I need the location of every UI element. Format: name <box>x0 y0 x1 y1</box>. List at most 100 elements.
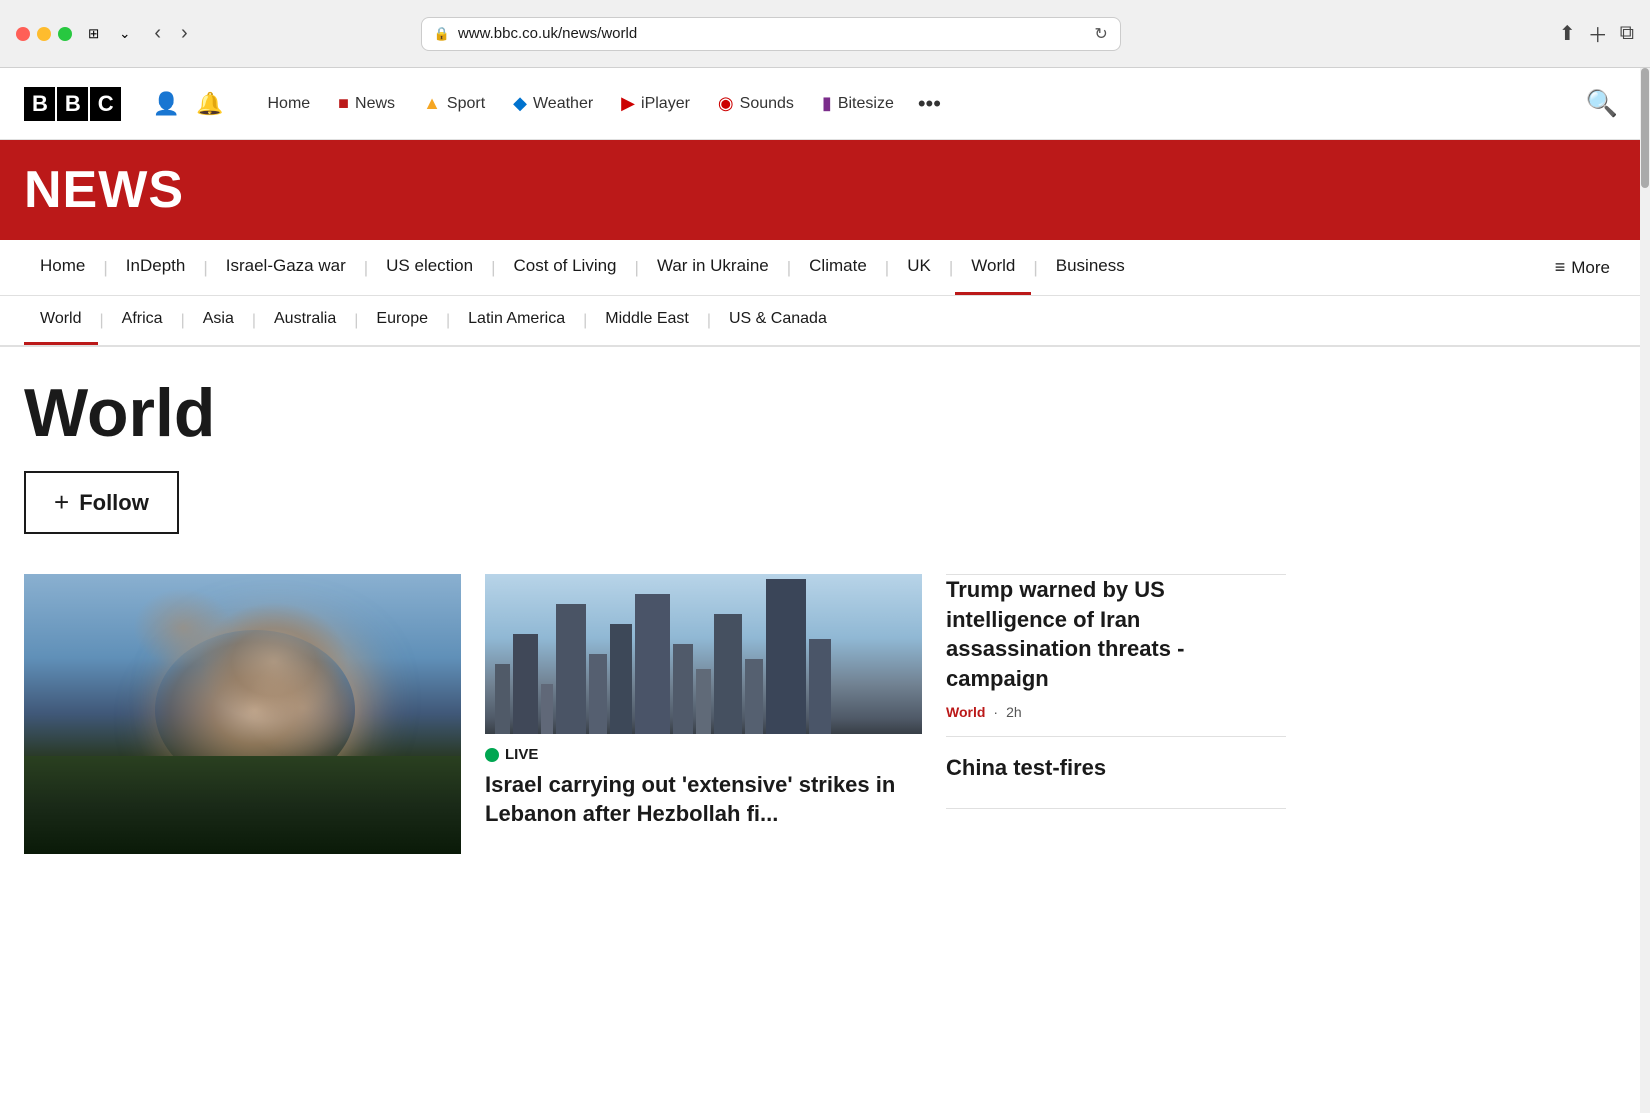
bitesize-icon: ▮ <box>822 93 832 114</box>
forward-button[interactable]: › <box>173 18 196 49</box>
sounds-icon: ◉ <box>718 93 734 114</box>
sub-nav-business[interactable]: Business <box>1040 240 1141 295</box>
more-lines-icon: ≡ <box>1555 257 1566 278</box>
live-badge: LIVE <box>485 746 538 763</box>
world-nav-africa[interactable]: Africa <box>106 296 179 345</box>
article-dot-1: · <box>993 704 998 720</box>
sub-nav-indepth[interactable]: InDepth <box>110 240 202 295</box>
article-meta-1: World · 2h <box>946 704 1286 720</box>
nav-item-sounds[interactable]: ◉ Sounds <box>706 85 806 122</box>
buildings-layer <box>485 638 922 734</box>
sub-nav-us-election[interactable]: US election <box>370 240 489 295</box>
more-menu-button[interactable]: ••• <box>910 83 949 125</box>
world-sub-nav: World | Africa | Asia | Australia | Euro… <box>0 296 1650 347</box>
right-article-2[interactable]: China test-fires <box>946 737 1286 810</box>
live-text: LIVE <box>505 746 538 763</box>
reload-button[interactable]: ↻ <box>1094 24 1107 44</box>
page-title: World <box>24 379 1286 447</box>
nav-item-bitesize[interactable]: ▮ Bitesize <box>810 85 906 122</box>
world-nav-sep-5: | <box>444 312 452 330</box>
sub-nav-sep-8: | <box>947 258 955 278</box>
iplayer-label: iPlayer <box>641 95 690 113</box>
new-tab-button[interactable]: ＋ <box>1588 19 1608 48</box>
world-nav-sep-2: | <box>179 312 187 330</box>
sub-nav-israel-gaza[interactable]: Israel-Gaza war <box>210 240 362 295</box>
sub-nav-cost-of-living[interactable]: Cost of Living <box>498 240 633 295</box>
world-nav-sep-3: | <box>250 312 258 330</box>
url-text: www.bbc.co.uk/news/world <box>458 25 1086 42</box>
world-nav-us-canada[interactable]: US & Canada <box>713 296 843 345</box>
sub-nav-sep-4: | <box>489 258 497 278</box>
right-article-1[interactable]: Trump warned by US intelligence of Iran … <box>946 574 1286 737</box>
home-label: Home <box>267 95 310 113</box>
sub-nav: Home | InDepth | Israel-Gaza war | US el… <box>0 240 1650 296</box>
right-articles: Trump warned by US intelligence of Iran … <box>946 574 1286 809</box>
smoke-layer-3 <box>243 658 363 758</box>
world-nav-world[interactable]: World <box>24 296 98 345</box>
world-nav-asia[interactable]: Asia <box>187 296 250 345</box>
sub-nav-home[interactable]: Home <box>24 240 101 295</box>
scrollbar[interactable] <box>1640 68 1650 1113</box>
news-icon: ■ <box>338 93 349 114</box>
sub-nav-more-button[interactable]: ≡ More <box>1539 241 1626 294</box>
share-button[interactable]: ⬆ <box>1559 21 1576 46</box>
sub-nav-uk[interactable]: UK <box>891 240 947 295</box>
bbc-logo[interactable]: B B C <box>24 87 121 121</box>
browser-actions: ⬆ ＋ ⧉ <box>1559 19 1634 48</box>
iplayer-icon: ▶ <box>621 93 635 114</box>
more-label: More <box>1571 258 1610 278</box>
world-nav-latin-america[interactable]: Latin America <box>452 296 581 345</box>
world-nav-middle-east[interactable]: Middle East <box>589 296 705 345</box>
page-content: World + Follow <box>0 347 1310 894</box>
close-button[interactable] <box>16 27 30 41</box>
sounds-label: Sounds <box>740 95 794 113</box>
traffic-lights <box>16 27 72 41</box>
follow-button[interactable]: + Follow <box>24 471 179 534</box>
user-icon-button[interactable]: 👤 <box>153 91 180 117</box>
scrollbar-thumb[interactable] <box>1641 68 1649 188</box>
world-nav-sep-6: | <box>581 312 589 330</box>
nav-item-sport[interactable]: ▲ Sport <box>411 85 497 122</box>
smoke-layer-2 <box>133 588 233 668</box>
weather-label: Weather <box>533 95 593 113</box>
world-nav-sep-4: | <box>352 312 360 330</box>
fullscreen-button[interactable] <box>58 27 72 41</box>
weather-icon: ◆ <box>513 93 527 114</box>
news-banner: NEWS <box>0 140 1650 240</box>
article-time-1: 2h <box>1006 704 1022 720</box>
sub-nav-sep-6: | <box>785 258 793 278</box>
secondary-article[interactable]: LIVE Israel carrying out 'extensive' str… <box>485 574 922 840</box>
main-article[interactable] <box>24 574 461 854</box>
follow-label: Follow <box>79 490 149 516</box>
sub-nav-war-ukraine[interactable]: War in Ukraine <box>641 240 785 295</box>
sidebar-chevron-button[interactable]: ⌄ <box>115 22 134 46</box>
sub-nav-sep-7: | <box>883 258 891 278</box>
world-nav-australia[interactable]: Australia <box>258 296 352 345</box>
bitesize-label: Bitesize <box>838 95 894 113</box>
nav-item-home[interactable]: Home <box>255 87 322 121</box>
search-button[interactable]: 🔍 <box>1578 80 1626 127</box>
nav-item-news[interactable]: ■ News <box>326 85 407 122</box>
lock-icon: 🔒 <box>434 26 450 42</box>
sub-nav-world[interactable]: World <box>955 240 1031 295</box>
right-headline-1: Trump warned by US intelligence of Iran … <box>946 575 1286 694</box>
address-bar[interactable]: 🔒 www.bbc.co.uk/news/world ↻ <box>421 17 1121 51</box>
minimize-button[interactable] <box>37 27 51 41</box>
sidebar-toggle-button[interactable]: ⊞ <box>84 22 103 46</box>
news-label: News <box>355 95 395 113</box>
nav-item-iplayer[interactable]: ▶ iPlayer <box>609 85 702 122</box>
sub-nav-climate[interactable]: Climate <box>793 240 883 295</box>
ground-layer <box>24 756 461 854</box>
article-tag-1[interactable]: World <box>946 704 985 720</box>
sub-nav-sep-9: | <box>1031 258 1039 278</box>
notifications-button[interactable]: 🔔 <box>196 91 223 117</box>
sub-nav-sep-2: | <box>201 258 209 278</box>
tabs-button[interactable]: ⧉ <box>1620 22 1634 45</box>
bbc-header: B B C 👤 🔔 Home ■ News ▲ Sport ◆ Weather … <box>0 68 1650 140</box>
browser-chrome: ⊞ ⌄ ‹ › 🔒 www.bbc.co.uk/news/world ↻ ⬆ ＋… <box>0 0 1650 68</box>
back-button[interactable]: ‹ <box>146 18 169 49</box>
secondary-article-image <box>485 574 922 734</box>
world-nav-europe[interactable]: Europe <box>360 296 444 345</box>
nav-item-weather[interactable]: ◆ Weather <box>501 85 605 122</box>
right-headline-2: China test-fires <box>946 753 1286 783</box>
